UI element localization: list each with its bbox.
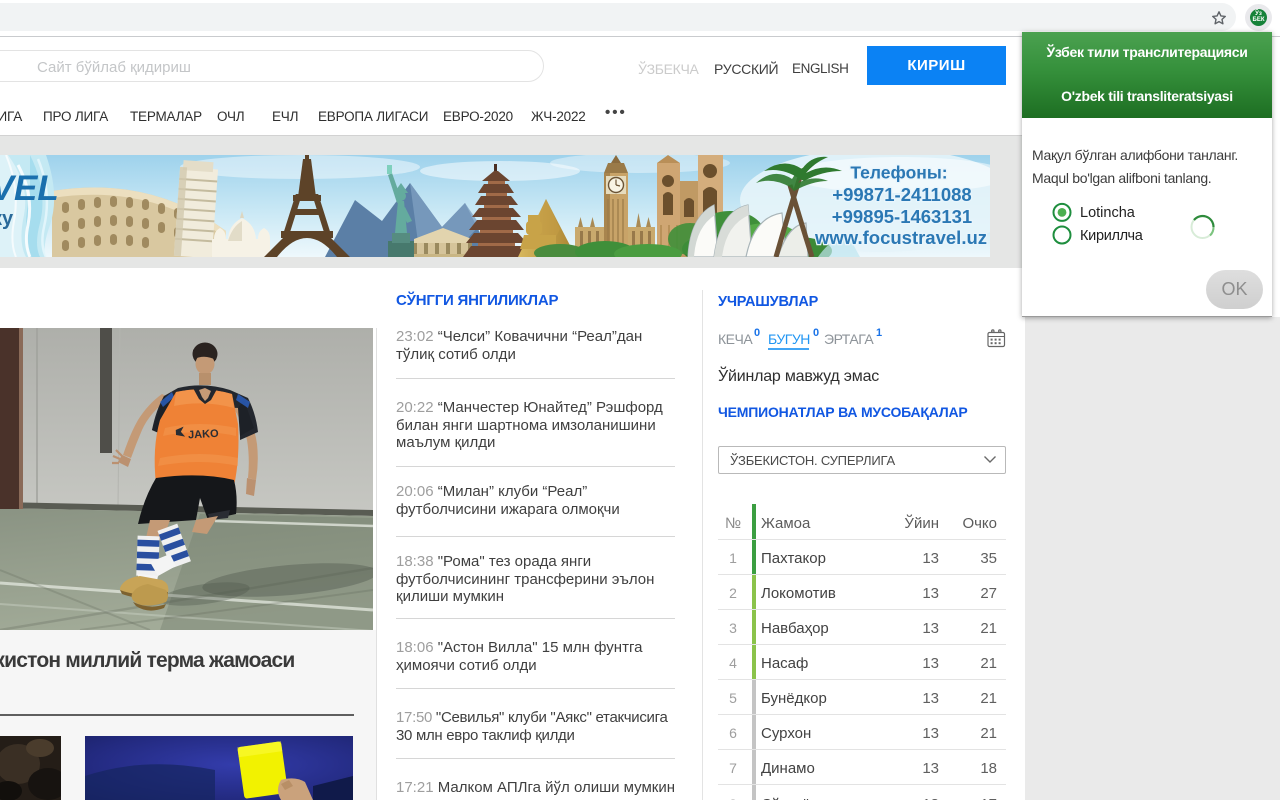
svg-text:+99871-2411088: +99871-2411088: [832, 184, 971, 205]
svg-text:JAKO: JAKO: [188, 428, 220, 442]
svg-text:ку: ку: [0, 208, 14, 230]
svg-text:+99895-1463131: +99895-1463131: [832, 206, 972, 227]
svg-text:Телефоны:: Телефоны:: [850, 163, 947, 183]
svg-text:AVEL: AVEL: [0, 169, 59, 208]
svg-text:www.focustravel.uz: www.focustravel.uz: [814, 227, 987, 248]
